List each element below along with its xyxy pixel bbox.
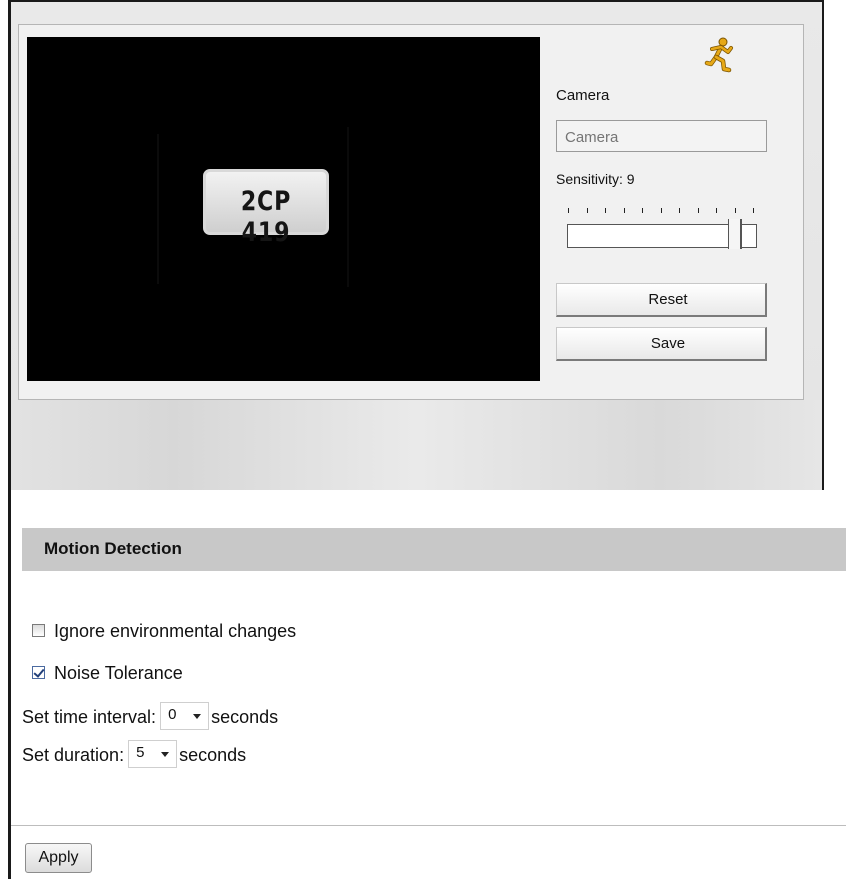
section-title: Motion Detection	[44, 539, 182, 558]
sensitivity-tick	[587, 208, 588, 213]
time-interval-select[interactable]: 0	[160, 702, 210, 730]
sensitivity-tick	[716, 208, 717, 213]
time-interval-suffix: seconds	[211, 706, 279, 727]
noise-tolerance-row: Noise Tolerance	[32, 663, 183, 684]
sensitivity-tick	[753, 208, 754, 213]
duration-row: Set duration: 5 seconds	[22, 740, 247, 770]
sensitivity-tick	[568, 208, 569, 213]
noise-tolerance-checkbox[interactable]	[32, 665, 45, 679]
frame-right-border	[822, 0, 824, 490]
license-plate: 2CP 419	[203, 169, 329, 248]
ignore-env-label: Ignore environmental changes	[54, 621, 297, 641]
sensitivity-tick	[698, 208, 699, 213]
reset-button[interactable]: Reset	[556, 283, 767, 317]
sensitivity-ticks	[568, 208, 754, 218]
divider	[11, 825, 846, 826]
sensitivity-tick	[679, 208, 680, 213]
sensitivity-tick	[624, 208, 625, 213]
time-interval-row: Set time interval: 0 seconds	[22, 702, 279, 732]
time-interval-prefix: Set time interval:	[22, 706, 157, 727]
plate-number: 2CP 419	[240, 186, 292, 248]
panel-background-band	[11, 400, 822, 490]
noise-tolerance-label: Noise Tolerance	[54, 663, 183, 683]
duration-suffix: seconds	[179, 744, 247, 765]
sensitivity-tick	[661, 208, 662, 213]
duration-select[interactable]: 5	[128, 740, 178, 768]
chevron-down-icon	[161, 752, 170, 757]
time-interval-value: 0	[168, 706, 177, 723]
camera-label: Camera	[556, 87, 610, 104]
camera-preview: 2CP 419	[27, 37, 540, 381]
apply-button[interactable]: Apply	[25, 843, 92, 873]
duration-value: 5	[136, 744, 145, 761]
sensitivity-label: Sensitivity: 9	[556, 171, 635, 187]
sensitivity-tick	[605, 208, 606, 213]
chevron-down-icon	[193, 714, 202, 719]
sensitivity-slider-thumb[interactable]	[728, 219, 742, 249]
sensitivity-tick	[735, 208, 736, 213]
camera-name-input[interactable]	[556, 120, 767, 152]
sensitivity-tick	[642, 208, 643, 213]
duration-prefix: Set duration:	[22, 744, 125, 765]
running-man-icon	[703, 37, 735, 73]
ignore-env-row: Ignore environmental changes	[32, 621, 296, 642]
motion-detection-header: Motion Detection	[22, 528, 846, 571]
save-button[interactable]: Save	[556, 327, 767, 361]
sensitivity-slider[interactable]	[567, 219, 757, 249]
preview-container: 2CP 419 Camera Sensitivity: 9 Reset Save	[18, 24, 804, 400]
ignore-env-checkbox[interactable]	[32, 623, 45, 637]
motion-preview-panel: 2CP 419 Camera Sensitivity: 9 Reset Save	[11, 2, 822, 490]
